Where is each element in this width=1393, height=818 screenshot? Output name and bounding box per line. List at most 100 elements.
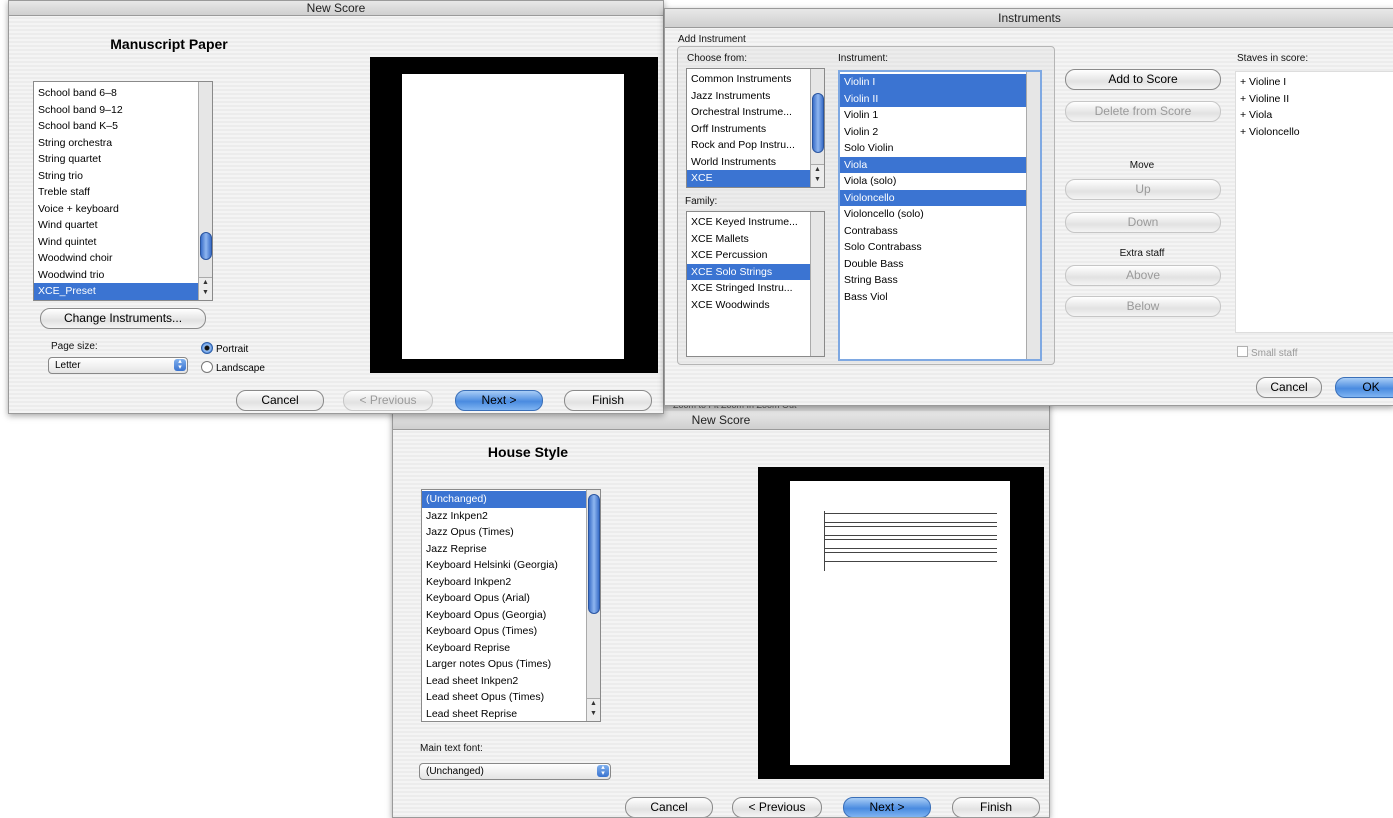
list-item[interactable]: Keyboard Opus (Georgia) (422, 607, 600, 624)
list-item[interactable]: XCE Stringed Instru... (687, 280, 824, 297)
list-item[interactable]: School band K–5 (34, 118, 212, 135)
manuscript-list[interactable]: School band 6–8 School band 9–12 School ba… (33, 81, 213, 301)
list-item[interactable]: Jazz Inkpen2 (422, 508, 600, 525)
list-item[interactable]: XCE Woodwinds (687, 297, 824, 314)
house-style-scrollbar[interactable]: ▲ ▼ (586, 490, 600, 721)
scroll-arrows[interactable]: ▲ ▼ (811, 164, 824, 187)
main-text-font-popup[interactable]: (Unchanged) ▴ ▾ (419, 763, 611, 780)
previous-button[interactable]: < Previous (732, 797, 822, 817)
next-button[interactable]: Next > (455, 390, 543, 411)
cancel-button[interactable]: Cancel (1256, 377, 1322, 398)
list-item[interactable]: Larger notes Opus (Times) (422, 656, 600, 673)
instrument-scrollbar[interactable] (1026, 72, 1040, 359)
list-item[interactable]: Treble staff (34, 184, 212, 201)
staves-in-score-list[interactable]: + Violine I + Violine II + Viola + Violonce… (1235, 71, 1393, 333)
list-item[interactable]: Keyboard Opus (Arial) (422, 590, 600, 607)
list-item[interactable]: Solo Violin (840, 140, 1040, 157)
list-item[interactable]: Violin I (840, 74, 1040, 91)
small-staff-checkbox[interactable]: Small staff (1237, 346, 1298, 360)
ok-button[interactable]: OK (1335, 377, 1393, 398)
list-item[interactable]: + Violine II (1236, 91, 1393, 108)
list-item[interactable]: Jazz Reprise (422, 541, 600, 558)
house-style-list[interactable]: (Unchanged) Jazz Inkpen2 Jazz Opus (Times)… (421, 489, 601, 722)
list-item[interactable]: Keyboard Reprise (422, 640, 600, 657)
list-item[interactable]: Keyboard Inkpen2 (422, 574, 600, 591)
list-item[interactable]: XCE_Preset (34, 283, 212, 300)
list-item[interactable]: Rock and Pop Instru... (687, 137, 824, 154)
choose-from-list[interactable]: Common Instruments Jazz Instruments Orches… (686, 68, 825, 188)
family-list[interactable]: XCE Keyed Instrume... XCE Mallets XCE Perc… (686, 211, 825, 357)
next-button[interactable]: Next > (843, 797, 931, 817)
radio-selected-icon (201, 342, 213, 354)
list-item[interactable]: Orchestral Instrume... (687, 104, 824, 121)
list-item[interactable]: XCE Percussion (687, 247, 824, 264)
list-item[interactable]: XCE (687, 170, 824, 187)
list-item[interactable]: Viola (solo) (840, 173, 1040, 190)
delete-from-score-button[interactable]: Delete from Score (1065, 101, 1221, 122)
family-scrollbar[interactable] (810, 212, 824, 356)
list-item[interactable]: World Instruments (687, 154, 824, 171)
list-item[interactable]: Violoncello (solo) (840, 206, 1040, 223)
list-item[interactable]: Woodwind trio (34, 267, 212, 284)
list-item[interactable]: Violin 2 (840, 124, 1040, 141)
finish-button[interactable]: Finish (952, 797, 1040, 817)
list-item[interactable]: + Violoncello (1236, 124, 1393, 141)
list-item[interactable]: + Violine I (1236, 74, 1393, 91)
list-item[interactable]: Jazz Opus (Times) (422, 524, 600, 541)
choose-from-scrollbar[interactable]: ▲ ▼ (810, 69, 824, 187)
list-item[interactable]: Jazz Instruments (687, 88, 824, 105)
scroll-thumb[interactable] (200, 232, 212, 260)
list-item[interactable]: String quartet (34, 151, 212, 168)
list-item[interactable]: Viola (840, 156, 1040, 173)
landscape-radio[interactable]: Landscape (201, 361, 265, 375)
list-item[interactable]: Lead sheet Inkpen2 (422, 673, 600, 690)
list-item[interactable]: Violin II (840, 90, 1040, 107)
instrument-list[interactable]: Violin I Violin II Violin 1 Violin 2 Solo Vi… (838, 70, 1042, 361)
finish-button[interactable]: Finish (564, 390, 652, 411)
radio-empty-icon (201, 361, 213, 373)
list-item[interactable]: Violin 1 (840, 107, 1040, 124)
list-item[interactable]: Lead sheet Reprise (422, 706, 600, 722)
list-item[interactable]: Wind quintet (34, 234, 212, 251)
list-item[interactable]: Keyboard Helsinki (Georgia) (422, 557, 600, 574)
list-item[interactable]: Contrabass (840, 223, 1040, 240)
scroll-thumb[interactable] (588, 494, 600, 614)
list-item[interactable]: Orff Instruments (687, 121, 824, 138)
extra-staff-above-button[interactable]: Above (1065, 265, 1221, 286)
list-item[interactable]: School band 6–8 (34, 85, 212, 102)
list-item[interactable]: Voice + keyboard (34, 201, 212, 218)
change-instruments-button[interactable]: Change Instruments... (40, 308, 206, 329)
list-item[interactable]: XCE Keyed Instrume... (687, 214, 824, 231)
list-item[interactable]: String trio (34, 168, 212, 185)
cancel-button[interactable]: Cancel (625, 797, 713, 817)
previous-button[interactable]: < Previous (343, 390, 433, 411)
list-item[interactable]: String orchestra (34, 135, 212, 152)
scroll-thumb[interactable] (812, 93, 824, 153)
list-item[interactable]: + Viola (1236, 107, 1393, 124)
list-item[interactable]: School band 9–12 (34, 102, 212, 119)
move-label: Move (1129, 160, 1155, 171)
scroll-arrows[interactable]: ▲ ▼ (199, 277, 212, 300)
extra-staff-below-button[interactable]: Below (1065, 296, 1221, 317)
list-item[interactable]: Solo Contrabass (840, 239, 1040, 256)
list-item[interactable]: (Unchanged) (422, 491, 600, 508)
move-up-button[interactable]: Up (1065, 179, 1221, 200)
cancel-button[interactable]: Cancel (236, 390, 324, 411)
list-item[interactable]: Common Instruments (687, 71, 824, 88)
list-item[interactable]: Keyboard Opus (Times) (422, 623, 600, 640)
list-item[interactable]: Violoncello (840, 189, 1040, 206)
list-item[interactable]: Wind quartet (34, 217, 212, 234)
page-size-popup[interactable]: Letter ▴ ▾ (48, 357, 188, 374)
list-item[interactable]: Woodwind choir (34, 250, 212, 267)
list-item[interactable]: XCE Mallets (687, 231, 824, 248)
list-item[interactable]: Bass Viol (840, 289, 1040, 306)
list-item[interactable]: Lead sheet Opus (Times) (422, 689, 600, 706)
list-item[interactable]: XCE Solo Strings (687, 263, 824, 280)
scroll-arrows[interactable]: ▲ ▼ (587, 698, 600, 721)
manuscript-scrollbar[interactable]: ▲ ▼ (198, 82, 212, 300)
list-item[interactable]: Double Bass (840, 256, 1040, 273)
list-item[interactable]: String Bass (840, 272, 1040, 289)
add-to-score-button[interactable]: Add to Score (1065, 69, 1221, 90)
move-down-button[interactable]: Down (1065, 212, 1221, 233)
portrait-radio[interactable]: Portrait (201, 342, 248, 356)
